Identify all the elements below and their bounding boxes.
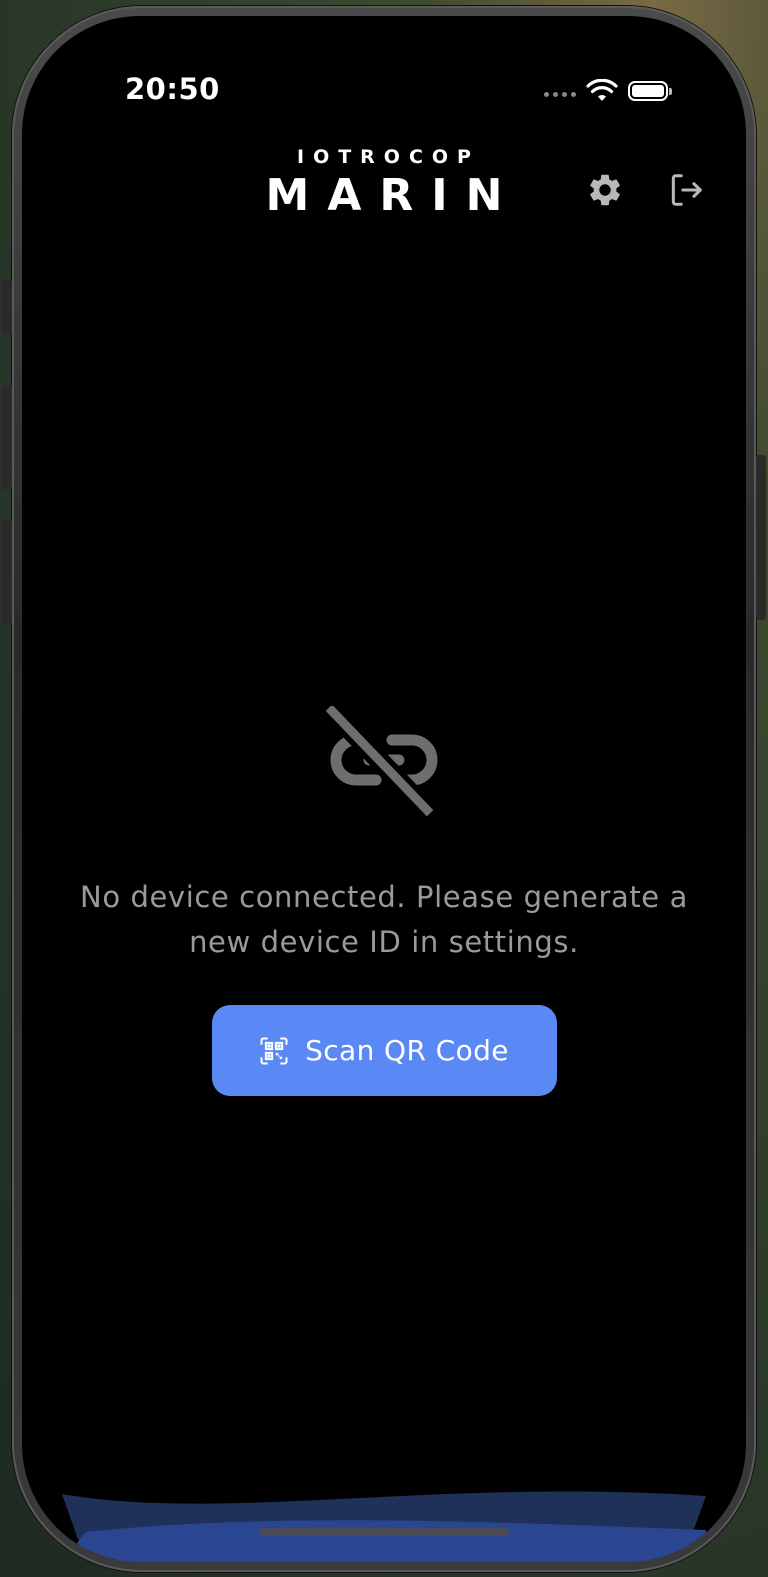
battery-icon: [628, 81, 672, 101]
logout-button[interactable]: [664, 168, 708, 212]
app-screen: 20:50 IOTROCOP MARIN No device connected…: [22, 16, 746, 1562]
logout-icon: [671, 174, 702, 206]
settings-button[interactable]: [583, 168, 627, 212]
brand-product: MARIN: [265, 170, 521, 221]
home-indicator[interactable]: [259, 1528, 509, 1536]
app-logo: IOTROCOP MARIN: [22, 146, 746, 221]
bottom-wave-decoration: [62, 1491, 706, 1562]
brand-company: IOTROCOP: [297, 146, 480, 168]
scan-qr-code-button[interactable]: Scan QR Code: [211, 1005, 557, 1096]
phone-side-button: [2, 385, 12, 490]
wifi-icon: [586, 79, 618, 101]
empty-state: No device connected. Please generate a n…: [22, 706, 746, 1096]
no-device-message: No device connected. Please generate a n…: [80, 880, 688, 959]
phone-side-button: [756, 455, 766, 620]
phone-side-button: [2, 280, 12, 335]
phone-side-button: [2, 520, 12, 625]
status-time: 20:50: [125, 72, 220, 106]
gear-icon: [590, 174, 620, 206]
scan-button-label: Scan QR Code: [305, 1034, 509, 1067]
broken-link-icon: [324, 706, 438, 816]
qr-code-icon: [260, 1037, 288, 1064]
cellular-signal-icon: [544, 91, 576, 97]
status-icons: [544, 76, 672, 106]
